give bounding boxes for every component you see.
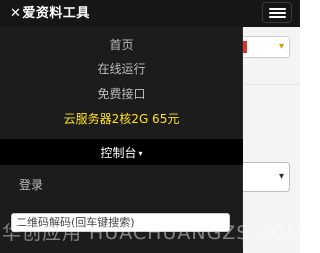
menu-toggle-button[interactable]: [262, 2, 292, 23]
chevron-down-icon: ▾: [278, 171, 284, 182]
nav-item-online-run[interactable]: 在线运行: [0, 59, 243, 79]
hamburger-icon-bar: [269, 12, 286, 14]
search-input[interactable]: [11, 213, 230, 232]
brand-name: 爱资料工具: [22, 5, 90, 20]
hamburger-icon-bar: [269, 16, 286, 18]
brand-logo[interactable]: ✕爱资料工具: [10, 3, 90, 23]
console-label: 控制台: [100, 146, 137, 160]
console-dropdown-toggle[interactable]: 控制台 ▾: [0, 139, 243, 165]
nav-item-free-api[interactable]: 免费接口: [0, 84, 243, 104]
caret-down-icon: ▾: [138, 149, 143, 158]
dropdown-bottom: [0, 247, 243, 253]
nav-item-home[interactable]: 首页: [0, 35, 243, 55]
nav-item-cloud-server-promo[interactable]: 云服务器2核2G 65元: [0, 109, 243, 129]
hamburger-icon: [269, 8, 286, 10]
brand-mark-icon: ✕: [10, 5, 22, 20]
top-navbar: ✕爱资料工具: [0, 0, 300, 27]
login-link[interactable]: 登录: [19, 175, 43, 195]
chevron-down-icon: ▾: [278, 41, 284, 52]
